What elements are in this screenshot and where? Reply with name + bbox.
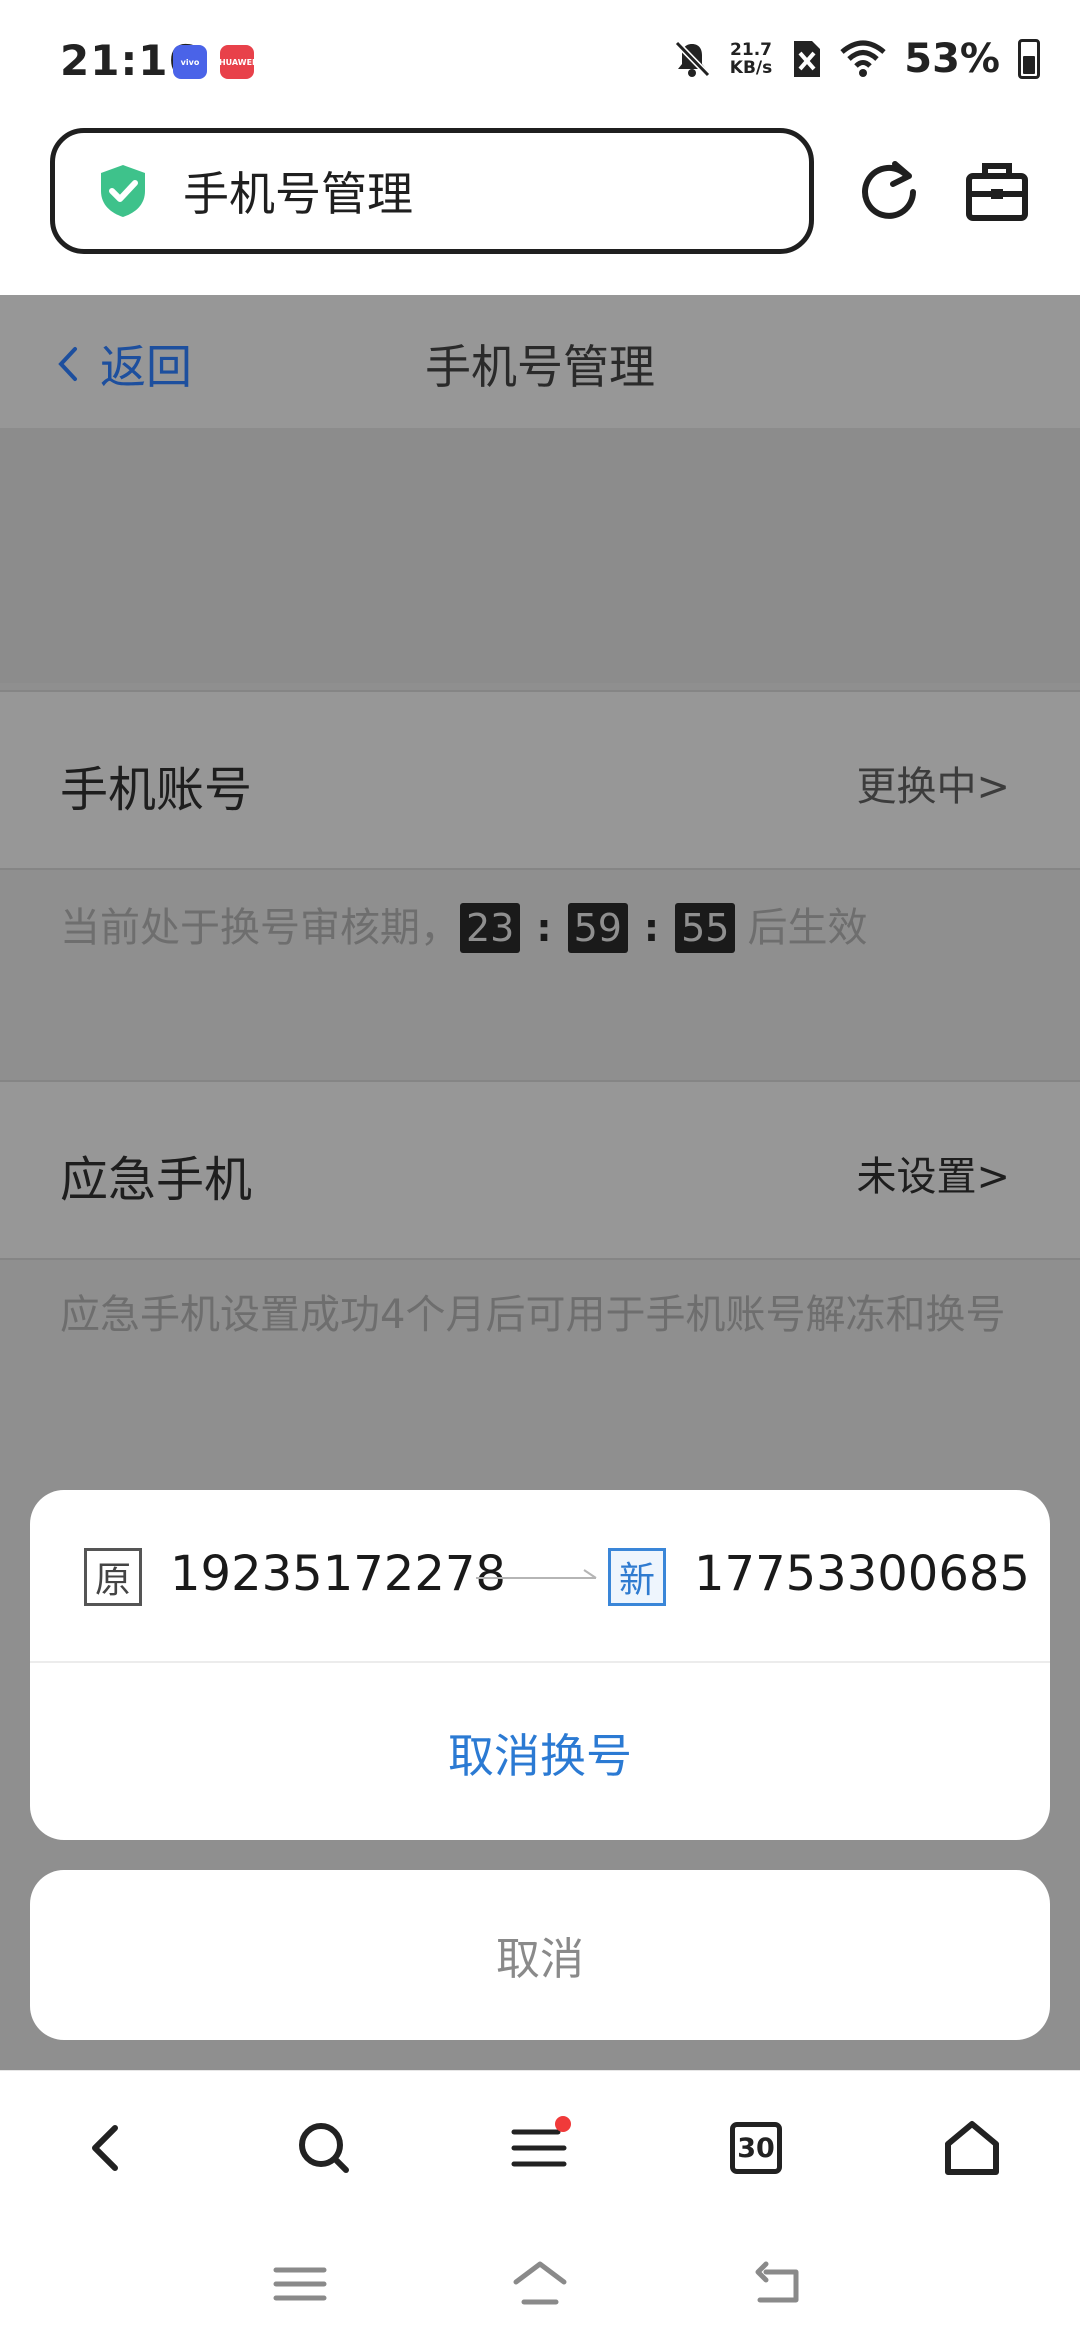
browser-bottom-nav: 30	[0, 2070, 1080, 2220]
old-number-tag: 原	[84, 1548, 142, 1606]
emergency-phone-status-text: 未设置	[856, 1154, 977, 1200]
number-swap-summary: 原 19235172278 新 17753300685	[30, 1490, 1050, 1663]
chevron-right-icon: >	[976, 764, 1010, 810]
countdown-separator: :	[643, 906, 660, 950]
page-header: 返回 手机号管理	[0, 295, 1080, 428]
countdown-prefix: 当前处于换号审核期，	[60, 905, 460, 951]
cancel-button[interactable]: 取消	[30, 1870, 1050, 2040]
toolbox-icon[interactable]	[963, 158, 1031, 226]
shield-check-icon	[101, 165, 145, 217]
tab-count: 30	[730, 2122, 782, 2174]
system-navigation-bar	[0, 2220, 1080, 2344]
notification-dot	[555, 2116, 571, 2132]
header-banner-area	[0, 428, 1080, 683]
cancel-swap-button[interactable]: 取消换号	[30, 1665, 1050, 1840]
new-number-tag: 新	[608, 1548, 666, 1606]
network-speed-unit: KB/s	[729, 58, 773, 78]
browser-top-bar: 手机号管理	[0, 120, 1080, 295]
search-icon[interactable]	[292, 2116, 356, 2180]
phone-account-status-text: 更换中	[856, 764, 977, 810]
new-number: 17753300685	[694, 1546, 1030, 1602]
countdown-separator: :	[536, 906, 552, 950]
vivo-app-icon: vivo	[173, 45, 207, 79]
phone-account-row[interactable]: 手机账号 更换中>	[0, 690, 1080, 870]
network-speed: 21.7 KB/s	[730, 41, 772, 77]
phone-account-status: 更换中>	[856, 754, 1010, 812]
emergency-phone-label: 应急手机	[60, 1152, 253, 1208]
menu-icon[interactable]	[508, 2116, 572, 2180]
status-indicators: 21.7 KB/s 53%	[672, 36, 1040, 82]
swap-action-sheet: 原 19235172278 新 17753300685 取消换号	[30, 1490, 1050, 1840]
chevron-right-icon: >	[976, 1154, 1010, 1200]
network-speed-value: 21.7	[730, 40, 772, 60]
huawei-app-icon: HUAWEI	[219, 45, 255, 79]
old-number: 19235172278	[170, 1546, 506, 1602]
recent-apps-icon[interactable]	[272, 2258, 328, 2310]
countdown-minutes: 59	[567, 903, 628, 953]
wifi-icon	[840, 40, 886, 77]
refresh-icon[interactable]	[855, 158, 923, 226]
countdown-suffix: 后生效	[747, 905, 868, 951]
system-home-icon[interactable]	[512, 2258, 568, 2310]
emergency-phone-note: 应急手机设置成功4个月后可用于手机账号解冻和换号	[60, 1292, 1006, 1338]
emergency-phone-status: 未设置>	[856, 1144, 1010, 1202]
status-bar: 21:16 vivo HUAWEI 21.7 KB/s 53%	[0, 0, 1080, 120]
address-bar-title: 手机号管理	[183, 167, 413, 221]
page-title: 手机号管理	[425, 340, 655, 394]
arrow-right-icon	[476, 1569, 597, 1579]
tabs-icon[interactable]: 30	[724, 2116, 788, 2180]
battery-icon	[1018, 39, 1040, 79]
phone-account-label: 手机账号	[60, 762, 253, 818]
emergency-phone-row[interactable]: 应急手机 未设置>	[0, 1080, 1080, 1260]
bell-muted-icon	[674, 40, 710, 78]
back-icon[interactable]	[75, 2116, 139, 2180]
battery-percent: 53%	[904, 36, 1000, 82]
countdown-hours: 23	[460, 903, 521, 953]
swap-countdown-note: 当前处于换号审核期， 23 : 59 : 55 后生效	[60, 898, 867, 958]
countdown-seconds: 55	[675, 903, 736, 953]
home-icon[interactable]	[940, 2116, 1004, 2180]
sim-off-icon	[794, 41, 821, 77]
battery-level	[1023, 55, 1035, 74]
address-bar[interactable]: 手机号管理	[50, 128, 814, 254]
system-back-icon[interactable]	[752, 2258, 808, 2310]
